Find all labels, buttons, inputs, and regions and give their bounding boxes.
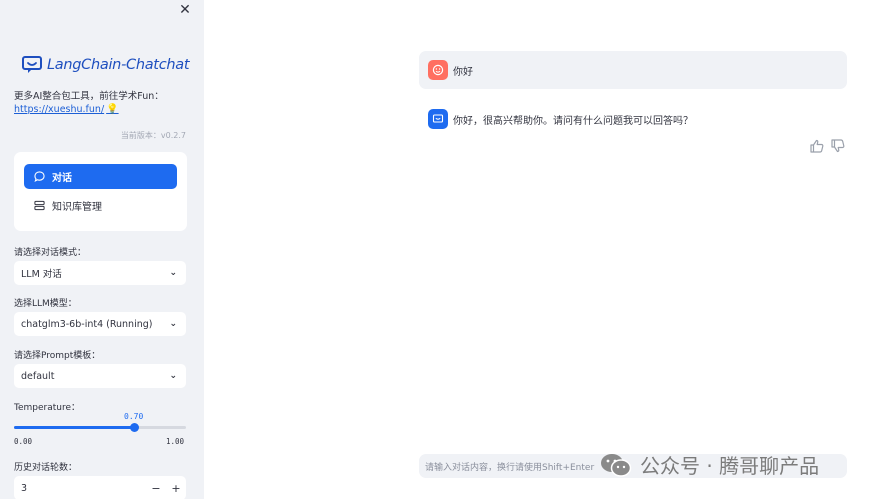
mode-select[interactable]: LLM 对话 ⌄ (14, 261, 186, 285)
slider-fill (14, 426, 135, 429)
assistant-message: 你好，很高兴帮助你。请问有什么问题我可以回答吗？ (419, 108, 847, 130)
temperature-slider[interactable] (14, 423, 186, 432)
nav-menu: 对话 知识库管理 (14, 152, 187, 231)
close-sidebar-icon[interactable]: ✕ (177, 2, 193, 18)
mode-select-value: LLM 对话 (21, 269, 62, 280)
increment-button[interactable]: + (166, 482, 186, 495)
thumbs-up-icon[interactable] (809, 138, 825, 154)
mode-label: 请选择对话模式： (14, 248, 87, 258)
sidebar: ✕ LangChain-Chatchat 更多AI整合包工具，前往学术Fun： … (0, 0, 204, 499)
watermark-text: 公众号 · 腾哥聊产品 (640, 454, 820, 478)
assistant-message-text: 你好，很高兴帮助你。请问有什么问题我可以回答吗？ (453, 115, 693, 127)
slider-thumb[interactable] (129, 423, 139, 432)
decrement-button[interactable]: − (146, 482, 166, 495)
chat-input-placeholder: 请输入对话内容，换行请使用Shift+Enter (425, 462, 595, 473)
thumbs-down-icon[interactable] (830, 138, 846, 154)
chat-logo-icon (22, 56, 42, 73)
temperature-label: Temperature： (14, 403, 81, 413)
prompt-label: 请选择Prompt模板： (14, 351, 101, 361)
nav-item-chat[interactable]: 对话 (24, 164, 177, 189)
chevron-down-icon: ⌄ (169, 268, 177, 278)
watermark: 公众号 · 腾哥聊产品 (600, 450, 819, 479)
prompt-select-value: default (21, 370, 55, 382)
history-label: 历史对话轮数： (14, 463, 78, 473)
lightbulb-icon: 💡 (106, 104, 119, 115)
app-logo: LangChain-Chatchat (22, 56, 190, 74)
bot-avatar-icon (428, 109, 448, 129)
chevron-down-icon: ⌄ (169, 371, 177, 381)
nav-item-knowledge-base[interactable]: 知识库管理 (24, 193, 177, 218)
temperature-min: 0.00 (14, 437, 33, 446)
temperature-max: 1.00 (166, 437, 185, 446)
version-text: 当前版本：v0.2.7 (120, 131, 186, 140)
model-label: 选择LLM模型： (14, 299, 77, 309)
history-stepper-value[interactable]: 3 (14, 483, 146, 494)
wechat-icon (601, 453, 632, 477)
promo-link[interactable]: https://xueshu.fun/ (14, 104, 104, 115)
chat-bubble-icon (34, 171, 45, 182)
model-select-value: chatglm3-6b-int4 (Running) (21, 318, 153, 330)
user-message-text: 你好 (453, 66, 473, 78)
database-icon (34, 200, 45, 211)
logo-text: LangChain-Chatchat (47, 57, 190, 73)
feedback-buttons (809, 138, 825, 154)
nav-item-label: 对话 (52, 173, 72, 184)
user-avatar-icon (428, 60, 448, 80)
model-select[interactable]: chatglm3-6b-int4 (Running) ⌄ (14, 312, 186, 336)
temperature-value: 0.70 (124, 412, 144, 421)
promo-link-row: https://xueshu.fun/ 💡 (14, 104, 119, 115)
feedback-buttons-2 (830, 138, 846, 154)
user-message: 你好 (419, 51, 847, 89)
nav-item-label: 知识库管理 (52, 202, 102, 213)
history-stepper: 3 − + (14, 476, 186, 499)
promo-text: 更多AI整合包工具，前往学术Fun： (14, 91, 164, 102)
chevron-down-icon: ⌄ (169, 319, 177, 329)
prompt-select[interactable]: default ⌄ (14, 364, 186, 388)
